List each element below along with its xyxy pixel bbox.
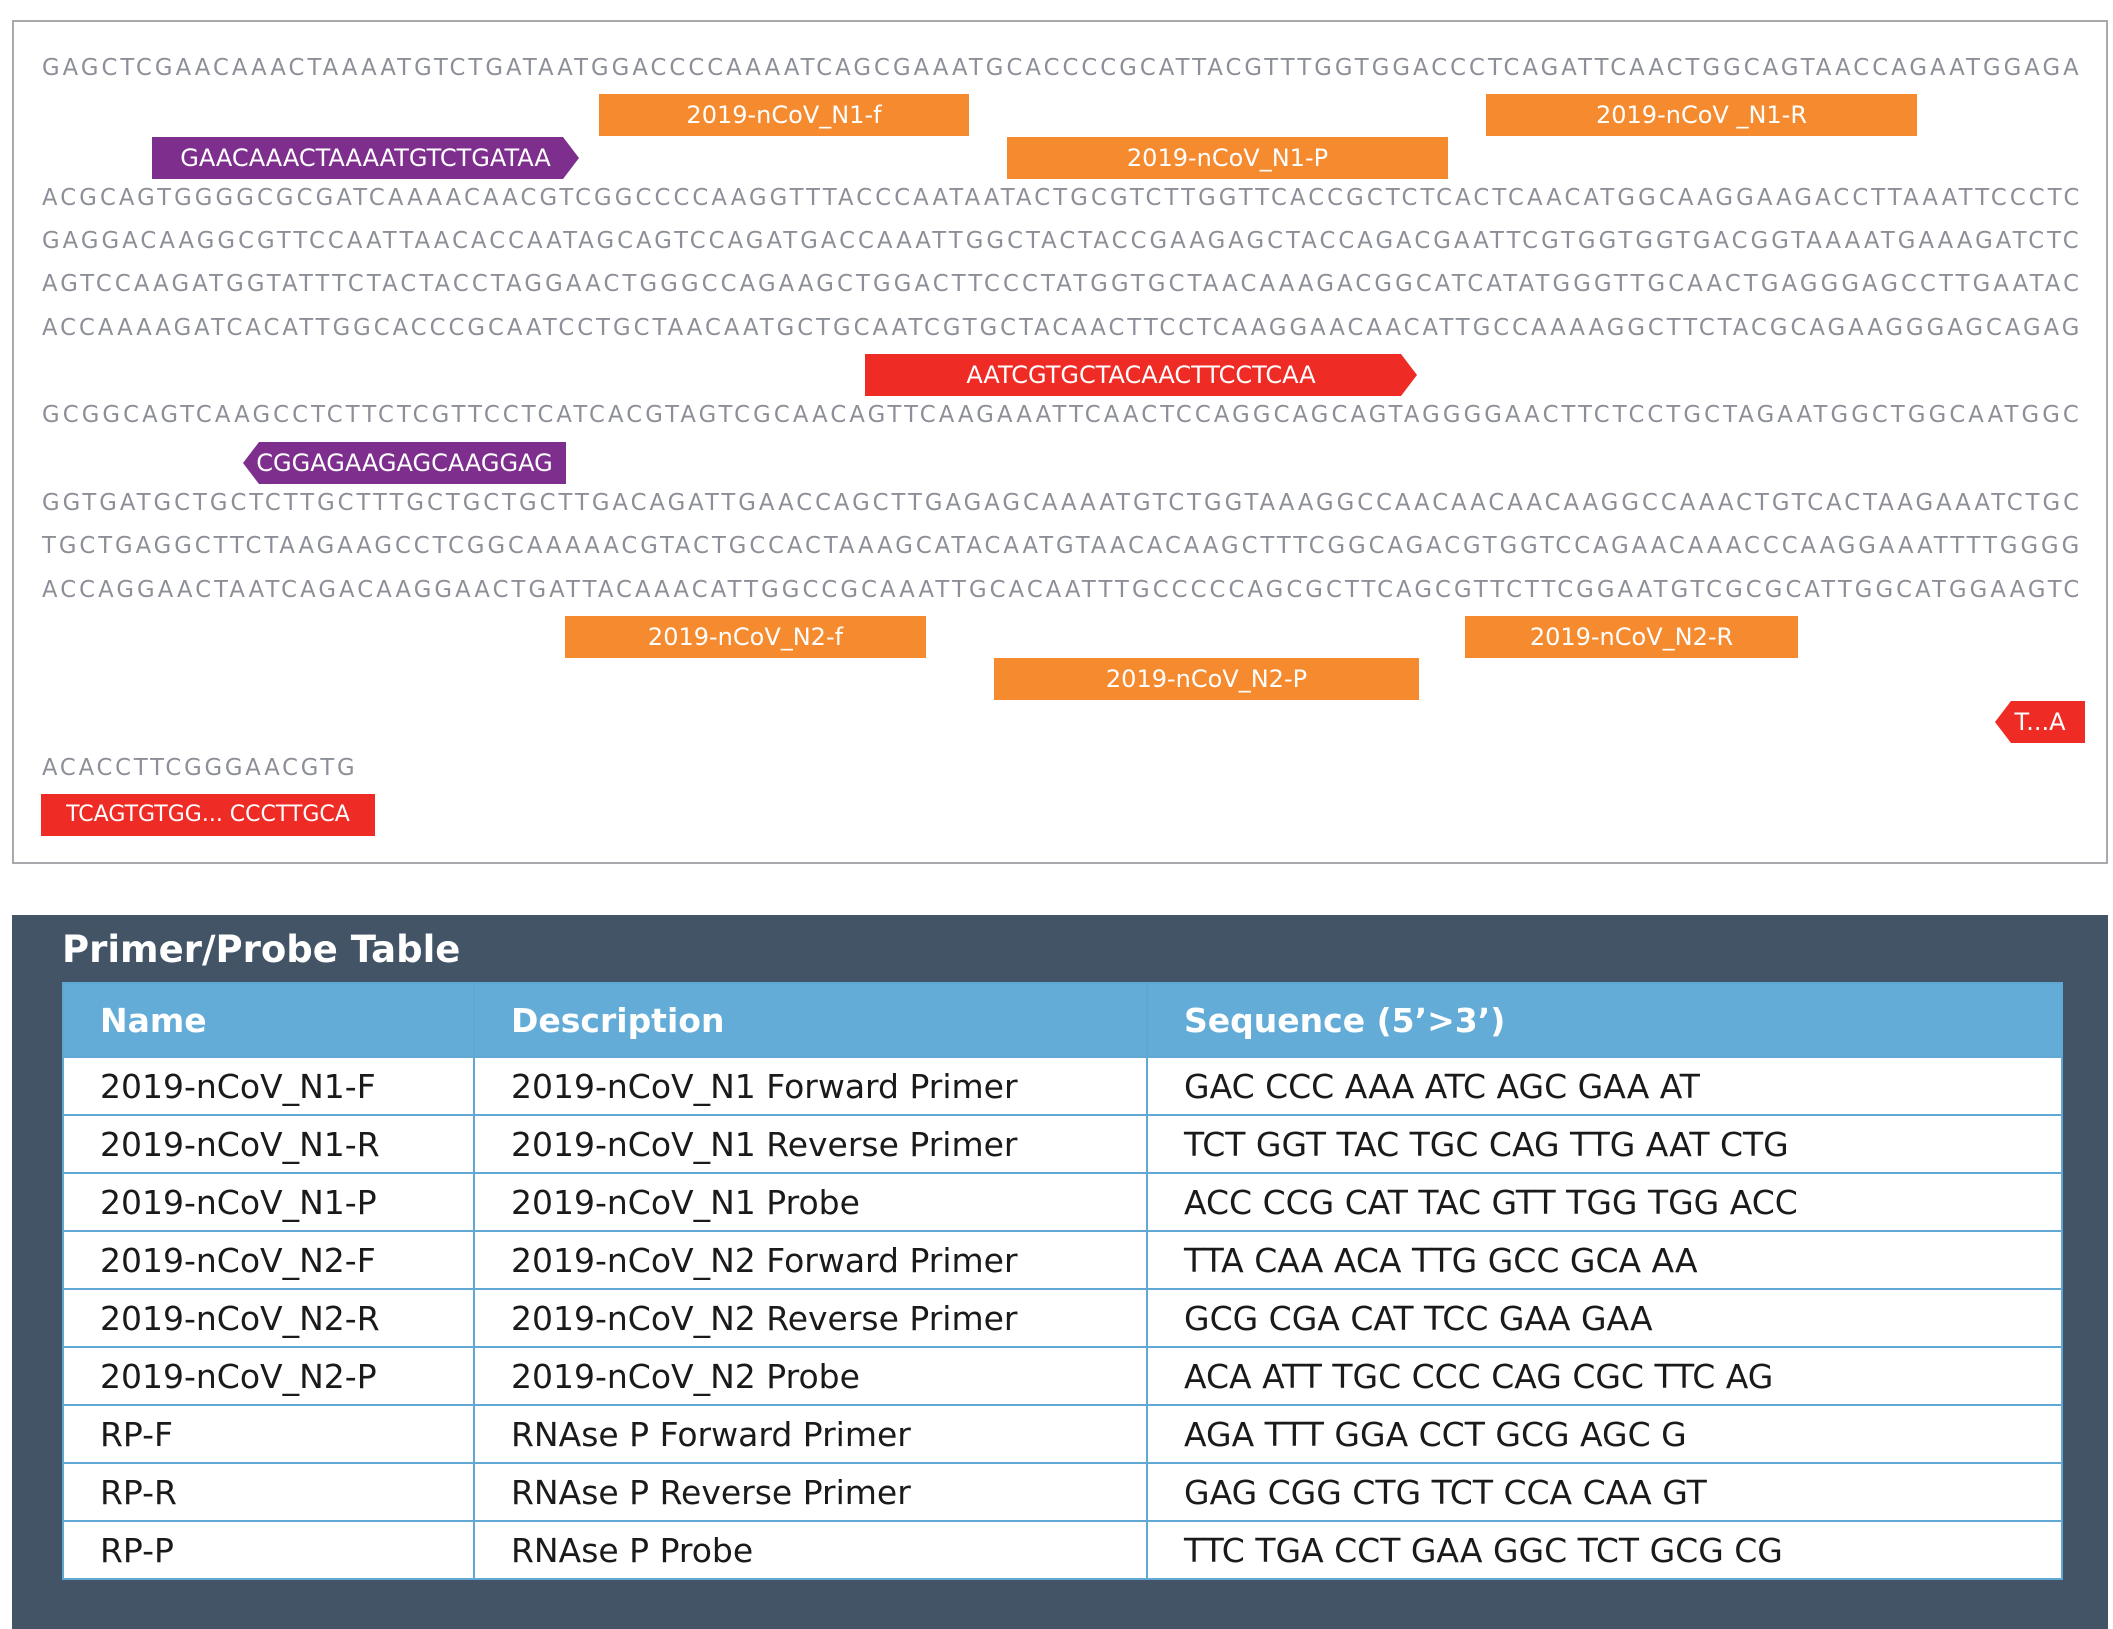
cell-description: RNAse P Forward Primer <box>473 1404 1148 1464</box>
cell-description: RNAse P Reverse Primer <box>473 1462 1148 1522</box>
red-reverse-arrow: T...A <box>1995 701 2085 743</box>
cell-sequence: TTC TGA CCT GAA GGC TCT GCG CG <box>1146 1520 2063 1580</box>
cell-sequence: GCG CGA CAT TCC GAA GAA <box>1146 1288 2063 1348</box>
cell-name: 2019-nCoV_N2-F <box>62 1230 475 1290</box>
sequence-line: ACGCAGTGGGGCGCGATCAAAACAACGTCGGCCCCAAGGT… <box>42 185 2083 211</box>
table-row: 2019-nCoV_N2-P 2019-nCoV_N2 Probe ACA AT… <box>62 1346 2063 1406</box>
table-row: 2019-nCoV_N1-R 2019-nCoV_N1 Reverse Prim… <box>62 1114 2063 1174</box>
sequence-line: TGCTGAGGCTTCTAAGAAGCCTCGGCAAAAACGTACTGCC… <box>42 533 2083 559</box>
table-row: 2019-nCoV_N1-P 2019-nCoV_N1 Probe ACC CC… <box>62 1172 2063 1232</box>
cell-description: 2019-nCoV_N1 Probe <box>473 1172 1148 1232</box>
sequence-line: ACCAGGAACTAATCAGACAAGGAACTGATTACAAACATTG… <box>42 577 2083 603</box>
sequence-line: AGTCCAAGATGGTATTTCTACTACCTAGGAACTGGGCCAG… <box>42 271 2083 297</box>
cell-name: RP-F <box>62 1404 475 1464</box>
red-bottom-bar: TCAGTGTGG... CCCTTGCA <box>41 794 375 836</box>
probe-n2-p-bar: 2019-nCoV_N2-P <box>994 658 1419 700</box>
cell-description: RNAse P Probe <box>473 1520 1148 1580</box>
cell-description: 2019-nCoV_N2 Reverse Primer <box>473 1288 1148 1348</box>
cell-name: 2019-nCoV_N2-P <box>62 1346 475 1406</box>
cell-description: 2019-nCoV_N1 Forward Primer <box>473 1056 1148 1116</box>
cell-sequence: ACA ATT TGC CCC CAG CGC TTC AG <box>1146 1346 2063 1406</box>
cell-description: 2019-nCoV_N1 Reverse Primer <box>473 1114 1148 1174</box>
cell-sequence: GAC CCC AAA ATC AGC GAA AT <box>1146 1056 2063 1116</box>
header-sequence: Sequence (5’>3’) <box>1146 982 2063 1058</box>
cell-sequence: TCT GGT TAC TGC CAG TTG AAT CTG <box>1146 1114 2063 1174</box>
table-row: 2019-nCoV_N2-R 2019-nCoV_N2 Reverse Prim… <box>62 1288 2063 1348</box>
probe-n1-p-bar: 2019-nCoV_N1-P <box>1007 137 1448 179</box>
table-title: Primer/Probe Table <box>62 928 461 971</box>
table-row: 2019-nCoV_N2-F 2019-nCoV_N2 Forward Prim… <box>62 1230 2063 1290</box>
cell-description: 2019-nCoV_N2 Probe <box>473 1346 1148 1406</box>
primer-n2-f-bar: 2019-nCoV_N2-f <box>565 616 926 658</box>
primer-n1-r-bar: 2019-nCoV _N1-R <box>1486 94 1917 136</box>
cell-sequence: ACC CCG CAT TAC GTT TGG TGG ACC <box>1146 1172 2063 1232</box>
primer-probe-panel: Primer/Probe Table Name Description Sequ… <box>12 915 2108 1629</box>
primer-n1-f-bar: 2019-nCoV_N1-f <box>599 94 969 136</box>
cell-name: RP-P <box>62 1520 475 1580</box>
sequence-line: GAGCTCGAACAAACTAAAATGTCTGATAATGGACCCCAAA… <box>42 55 2082 81</box>
header-description: Description <box>473 982 1148 1058</box>
cell-name: 2019-nCoV_N1-R <box>62 1114 475 1174</box>
cell-sequence: AGA TTT GGA CCT GCG AGC G <box>1146 1404 2063 1464</box>
sequence-line: ACACCTTCGGGAACGTG <box>42 755 358 781</box>
table-header-row: Name Description Sequence (5’>3’) <box>62 982 2063 1058</box>
purple-reverse-arrow: CGGAGAAGAGCAAGGAG <box>243 442 566 484</box>
sequence-map: GAGCTCGAACAAACTAAAATGTCTGATAATGGACCCCAAA… <box>12 20 2108 864</box>
sequence-line: GAGGACAAGGCGTTCCAATTAACACCAATAGCAGTCCAGA… <box>42 228 2082 254</box>
cell-description: 2019-nCoV_N2 Forward Primer <box>473 1230 1148 1290</box>
purple-forward-arrow: GAACAAACTAAAATGTCTGATAA <box>152 137 579 179</box>
header-name: Name <box>62 982 475 1058</box>
cell-name: 2019-nCoV_N2-R <box>62 1288 475 1348</box>
table-row: 2019-nCoV_N1-F 2019-nCoV_N1 Forward Prim… <box>62 1056 2063 1116</box>
cell-sequence: TTA CAA ACA TTG GCC GCA AA <box>1146 1230 2063 1290</box>
sequence-line: GCGGCAGTCAAGCCTCTTCTCGTTCCTCATCACGTAGTCG… <box>42 402 2082 428</box>
cell-name: 2019-nCoV_N1-F <box>62 1056 475 1116</box>
table-row: RP-R RNAse P Reverse Primer GAG CGG CTG … <box>62 1462 2063 1522</box>
cell-sequence: GAG CGG CTG TCT CCA CAA GT <box>1146 1462 2063 1522</box>
sequence-line: GGTGATGCTGCTCTTGCTTTGCTGCTGCTTGACAGATTGA… <box>42 490 2082 516</box>
primer-n2-r-bar: 2019-nCoV_N2-R <box>1465 616 1798 658</box>
cell-name: RP-R <box>62 1462 475 1522</box>
cell-name: 2019-nCoV_N1-P <box>62 1172 475 1232</box>
table-row: RP-F RNAse P Forward Primer AGA TTT GGA … <box>62 1404 2063 1464</box>
primer-probe-table: Name Description Sequence (5’>3’) 2019-n… <box>62 982 2063 1580</box>
red-forward-arrow: AATCGTGCTACAACTTCCTCAA <box>865 354 1417 396</box>
table-row: RP-P RNAse P Probe TTC TGA CCT GAA GGC T… <box>62 1520 2063 1580</box>
sequence-line: ACCAAAAGATCACATTGGCACCCGCAATCCTGCTAACAAT… <box>42 315 2083 341</box>
